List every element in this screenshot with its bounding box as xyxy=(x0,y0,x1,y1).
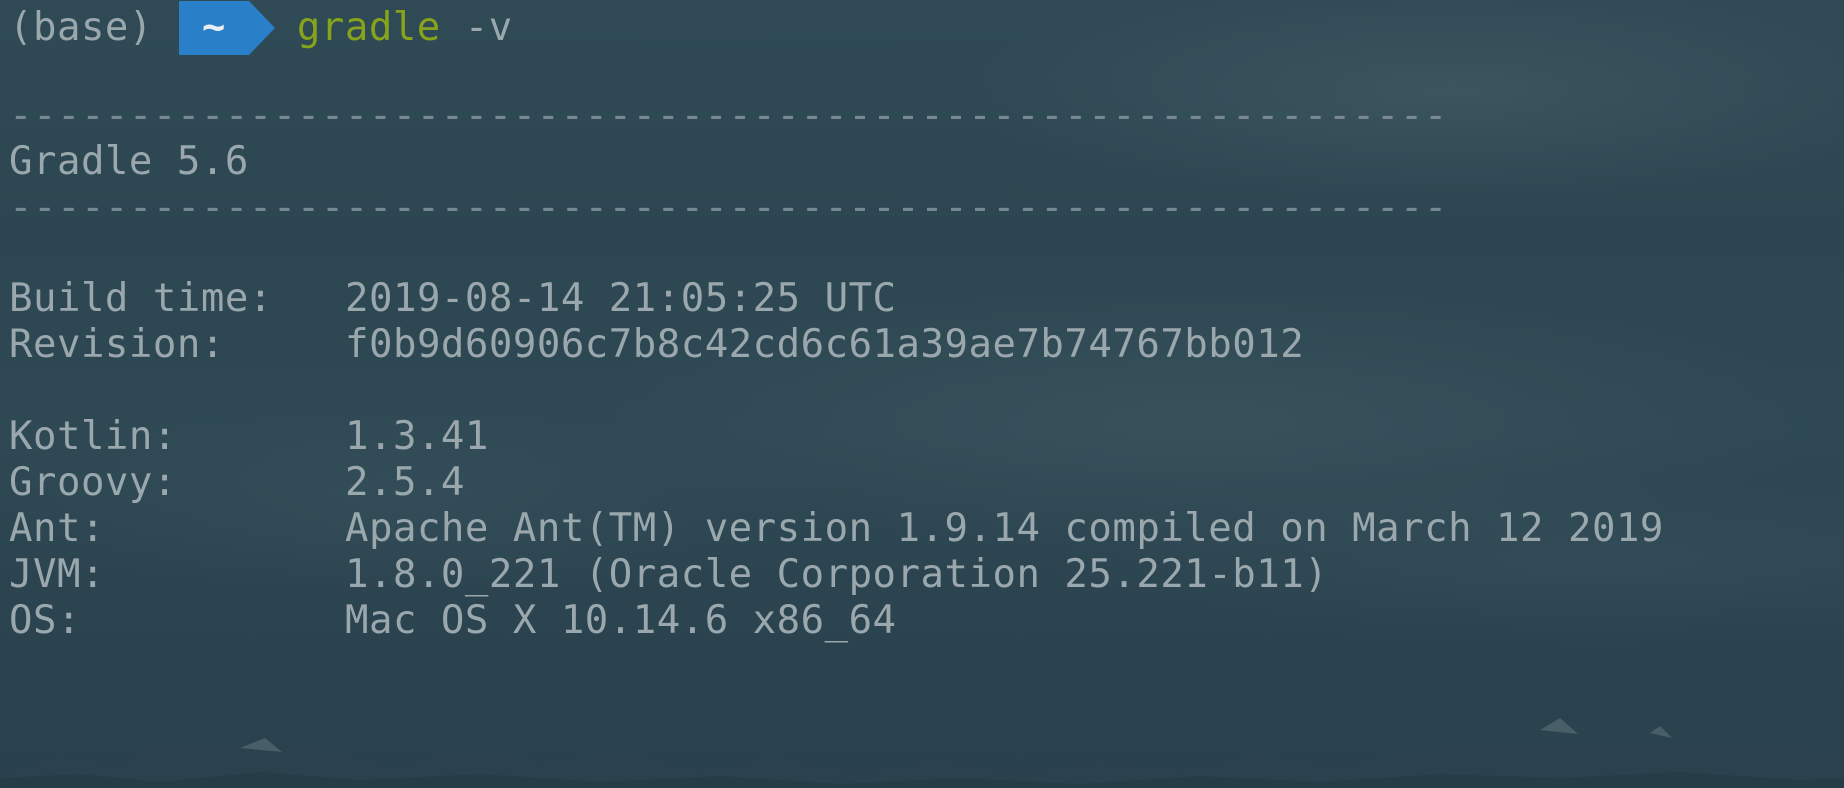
os-value: Mac OS X 10.14.6 x86_64 xyxy=(345,598,897,643)
build-time-label: Build time: xyxy=(9,276,273,321)
ant-row: Ant: Apache Ant(TM) version 1.9.14 compil… xyxy=(9,507,1664,551)
kotlin-value: 1.3.41 xyxy=(345,414,489,459)
command-text: gradle xyxy=(296,5,441,50)
shell-prompt: (base) ~ gradle -v xyxy=(9,1,513,55)
groovy-row: Groovy: 2.5.4 xyxy=(9,461,465,505)
separator-top: ----------------------------------------… xyxy=(9,93,1448,138)
os-label: OS: xyxy=(9,598,81,643)
groovy-value: 2.5.4 xyxy=(345,460,465,505)
jvm-value: 1.8.0_221 (Oracle Corporation 25.221-b11… xyxy=(345,552,1329,597)
jvm-row: JVM: 1.8.0_221 (Oracle Corporation 25.221… xyxy=(9,553,1328,597)
ant-value: Apache Ant(TM) version 1.9.14 compiled o… xyxy=(345,506,1664,551)
terminal-output: (base) ~ gradle -v ---------------------… xyxy=(0,0,1844,788)
kotlin-label: Kotlin: xyxy=(9,414,177,459)
os-row: OS: Mac OS X 10.14.6 x86_64 xyxy=(9,599,897,643)
jvm-label: JVM: xyxy=(9,552,105,597)
directory-segment: ~ xyxy=(178,1,275,55)
groovy-label: Groovy: xyxy=(9,460,177,505)
command-flag: -v xyxy=(464,5,513,50)
build-time-row: Build time: 2019-08-14 21:05:25 UTC xyxy=(9,277,897,321)
revision-row: Revision: f0b9d60906c7b8c42cd6c61a39ae7b7… xyxy=(9,323,1304,367)
gradle-title: Gradle 5.6 xyxy=(9,139,249,184)
revision-value: f0b9d60906c7b8c42cd6c61a39ae7b74767bb012 xyxy=(345,322,1305,367)
build-time-value: 2019-08-14 21:05:25 UTC xyxy=(345,276,897,321)
kotlin-row: Kotlin: 1.3.41 xyxy=(9,415,489,459)
separator-bottom: ----------------------------------------… xyxy=(9,185,1448,230)
conda-env-label: (base) xyxy=(9,5,153,50)
ant-label: Ant: xyxy=(9,506,105,551)
revision-label: Revision: xyxy=(9,322,225,367)
